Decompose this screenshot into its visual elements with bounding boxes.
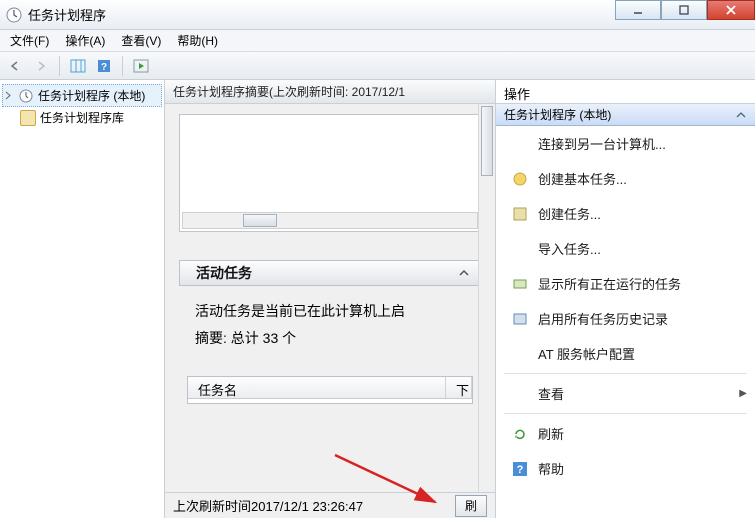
- toolbar-panes-button[interactable]: [67, 55, 89, 77]
- window-title: 任务计划程序: [28, 5, 106, 24]
- toolbar-separator: [59, 56, 60, 76]
- action-import[interactable]: 导入任务...: [496, 231, 755, 266]
- collapse-up-icon[interactable]: [735, 109, 747, 121]
- column-next[interactable]: 下: [446, 377, 472, 398]
- main-area: 任务计划程序 (本地) 任务计划程序库 任务计划程序摘要(上次刷新时间: 201…: [0, 80, 755, 518]
- separator: [504, 413, 747, 414]
- blank-icon: [512, 386, 528, 402]
- tree-pane: 任务计划程序 (本地) 任务计划程序库: [0, 80, 165, 518]
- center-header-text: 任务计划程序摘要(上次刷新时间: 2017/12/1: [173, 83, 405, 100]
- active-tasks-label: 活动任务: [196, 263, 252, 283]
- refresh-icon: [512, 426, 528, 442]
- action-enable-history[interactable]: 启用所有任务历史记录: [496, 301, 755, 336]
- window-buttons: [615, 0, 755, 20]
- actions-title: 操作: [496, 80, 755, 104]
- blank-icon: [512, 241, 528, 257]
- toolbar-separator: [122, 56, 123, 76]
- minimize-button[interactable]: [615, 0, 661, 20]
- last-refresh-time: 上次刷新时间2017/12/1 23:26:47: [173, 496, 363, 515]
- active-tasks-header[interactable]: 活动任务: [179, 260, 481, 286]
- action-create-basic[interactable]: 创建基本任务...: [496, 161, 755, 196]
- action-view[interactable]: 查看 ▶: [496, 376, 755, 411]
- column-task-name[interactable]: 任务名: [188, 377, 446, 398]
- status-box: [179, 114, 481, 232]
- collapse-icon[interactable]: [5, 91, 14, 100]
- history-icon: [512, 311, 528, 327]
- actions-section-header: 任务计划程序 (本地): [496, 104, 755, 126]
- running-icon: [512, 276, 528, 292]
- action-create-task[interactable]: 创建任务...: [496, 196, 755, 231]
- scheduler-icon: [18, 88, 34, 104]
- task-icon: [512, 206, 528, 222]
- actions-pane: 操作 任务计划程序 (本地) 连接到另一台计算机... 创建基本任务... 创建…: [495, 80, 755, 518]
- center-pane: 任务计划程序摘要(上次刷新时间: 2017/12/1 活动任务 活动任务是当前已…: [165, 80, 495, 518]
- svg-text:?: ?: [101, 62, 107, 73]
- action-show-running[interactable]: 显示所有正在运行的任务: [496, 266, 755, 301]
- expand-up-icon: [456, 265, 472, 281]
- menu-action[interactable]: 操作(A): [57, 30, 113, 51]
- scrollbar-thumb[interactable]: [243, 214, 277, 227]
- action-connect[interactable]: 连接到另一台计算机...: [496, 126, 755, 161]
- toolbar-run-button[interactable]: [130, 55, 152, 77]
- horizontal-scrollbar[interactable]: [182, 212, 478, 229]
- action-at-service[interactable]: AT 服务帐户配置: [496, 336, 755, 371]
- forward-button[interactable]: [30, 55, 52, 77]
- menu-file[interactable]: 文件(F): [2, 30, 57, 51]
- tree-root-label: 任务计划程序 (本地): [38, 87, 145, 104]
- center-body: 活动任务 活动任务是当前已在此计算机上启 摘要: 总计 33 个 任务名 下: [165, 104, 495, 492]
- help-icon: ?: [512, 461, 528, 477]
- status-footer: 上次刷新时间2017/12/1 23:26:47 刷: [165, 492, 495, 518]
- actions-section-label: 任务计划程序 (本地): [504, 106, 611, 123]
- menu-view[interactable]: 查看(V): [113, 30, 169, 51]
- summary-count: 摘要: 总计 33 个: [179, 324, 481, 350]
- refresh-button[interactable]: 刷: [455, 495, 487, 517]
- maximize-button[interactable]: [661, 0, 707, 20]
- chevron-right-icon: ▶: [739, 388, 747, 399]
- app-icon: [6, 7, 22, 23]
- tree-root[interactable]: 任务计划程序 (本地): [2, 84, 162, 107]
- task-table: 任务名 下: [187, 376, 473, 404]
- task-table-header: 任务名 下: [188, 377, 472, 399]
- svg-text:?: ?: [517, 464, 524, 476]
- titlebar: 任务计划程序: [0, 0, 755, 30]
- active-tasks-description: 活动任务是当前已在此计算机上启: [179, 286, 481, 324]
- wizard-icon: [512, 171, 528, 187]
- action-refresh[interactable]: 刷新: [496, 416, 755, 451]
- blank-icon: [512, 136, 528, 152]
- folder-icon: [20, 110, 36, 126]
- action-help[interactable]: ? 帮助: [496, 451, 755, 486]
- tree-library-label: 任务计划程序库: [40, 109, 124, 126]
- menu-help[interactable]: 帮助(H): [169, 30, 226, 51]
- tree-library[interactable]: 任务计划程序库: [18, 107, 162, 128]
- separator: [504, 373, 747, 374]
- toolbar: ?: [0, 52, 755, 80]
- toolbar-help-button[interactable]: ?: [93, 55, 115, 77]
- blank-icon: [512, 346, 528, 362]
- scrollbar-thumb[interactable]: [481, 106, 493, 176]
- close-button[interactable]: [707, 0, 755, 20]
- menubar: 文件(F) 操作(A) 查看(V) 帮助(H): [0, 30, 755, 52]
- vertical-scrollbar[interactable]: [478, 104, 495, 492]
- back-button[interactable]: [4, 55, 26, 77]
- center-header: 任务计划程序摘要(上次刷新时间: 2017/12/1: [165, 80, 495, 104]
